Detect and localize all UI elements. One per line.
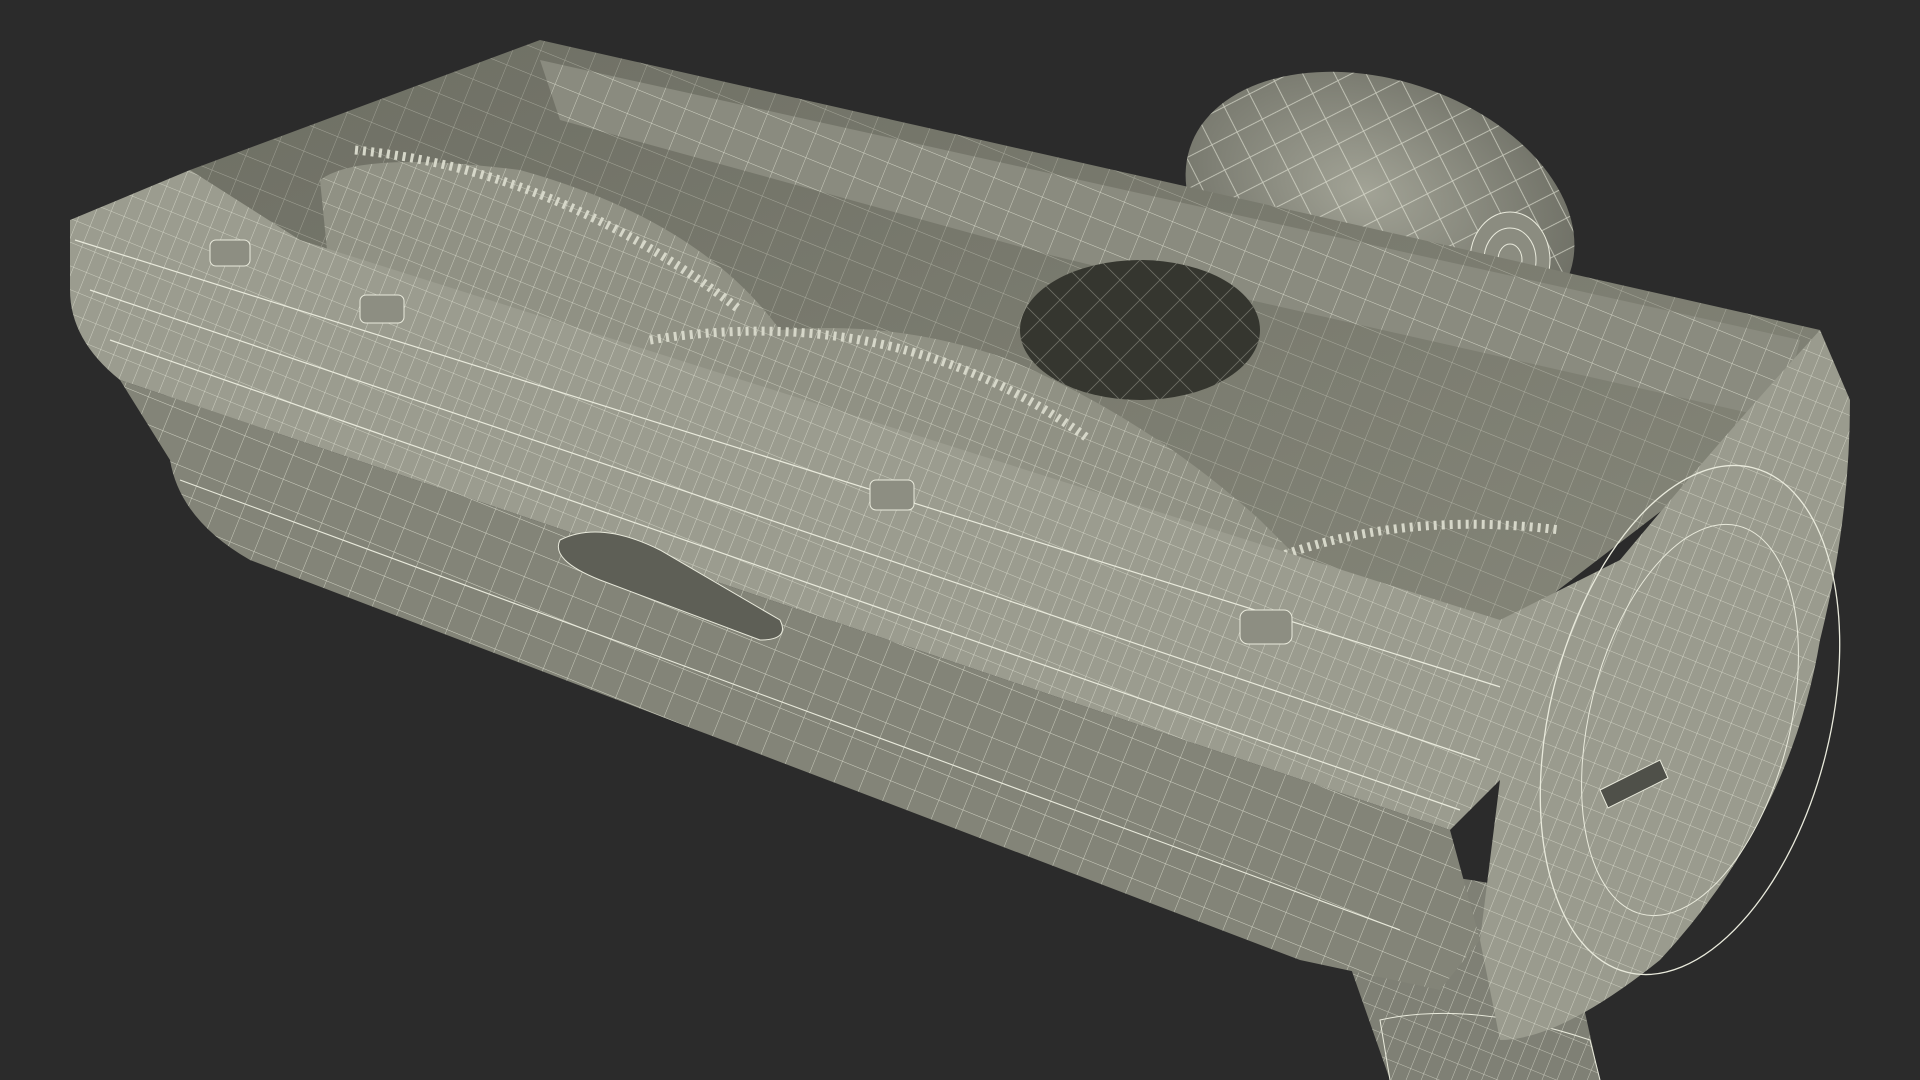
wireframe-model	[70, 40, 1850, 1080]
render-viewport	[0, 0, 1920, 1080]
suction-opening	[1020, 260, 1260, 400]
